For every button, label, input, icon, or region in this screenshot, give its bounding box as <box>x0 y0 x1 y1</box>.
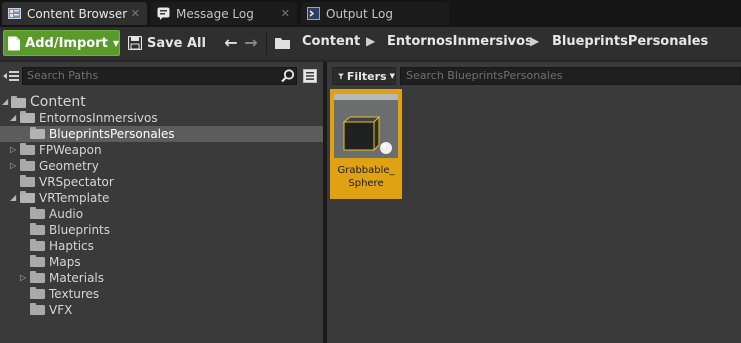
filters-button[interactable]: Filters ▼ <box>332 67 396 85</box>
tree-item-label: Maps <box>49 255 81 269</box>
folder-open-icon <box>20 191 35 203</box>
folder-open-icon <box>11 96 26 108</box>
save-icon <box>128 36 142 50</box>
breadcrumb-separator-icon[interactable]: ▶ <box>366 34 375 48</box>
chevron-down-icon: ▼ <box>112 38 119 48</box>
folder-icon <box>30 271 45 283</box>
breadcrumb-item[interactable]: BlueprintsPersonales <box>552 34 708 49</box>
tree-item-vfx[interactable]: VFX <box>0 302 323 318</box>
expanded-arrow-icon[interactable]: ◢ <box>2 97 8 107</box>
save-all-label: Save All <box>147 35 206 51</box>
collapsed-arrow-icon[interactable]: ▷ <box>20 273 26 283</box>
tree-item-entornos-inmersivos[interactable]: ◢ EntornosInmersivos <box>0 110 323 126</box>
tab-bar: Content Browser ✕ Message Log ✕ Output L… <box>0 0 741 27</box>
back-arrow-icon[interactable]: ← <box>223 33 239 53</box>
folder-icon <box>30 303 45 315</box>
asset-name-line: Grabbable_ <box>337 165 395 176</box>
tree-item-label: Geometry <box>39 159 99 173</box>
tree-item-label: Content <box>30 94 86 110</box>
tree-item-blueprints[interactable]: Blueprints <box>0 222 323 238</box>
breadcrumb-separator-icon[interactable]: ▶ <box>530 34 539 48</box>
tree-item-label: EntornosInmersivos <box>39 111 158 125</box>
search-icon[interactable] <box>281 69 295 83</box>
toolbar: Add/Import ▼ Save All ← → Content ▶ Ento… <box>0 27 741 60</box>
tab-output-log[interactable]: Output Log <box>301 2 449 25</box>
tree-item-label: VRTemplate <box>39 191 110 205</box>
add-import-label: Add/Import <box>25 35 108 51</box>
new-file-icon <box>8 35 21 51</box>
tree-item-label: VFX <box>49 303 73 317</box>
collapse-sources-icon[interactable] <box>3 70 19 82</box>
asset-tile[interactable]: Grabbable_ Sphere <box>330 89 402 199</box>
tab-label: Message Log <box>176 6 254 21</box>
expanded-arrow-icon[interactable]: ◢ <box>10 113 16 123</box>
tree-item-haptics[interactable]: Haptics <box>0 238 323 254</box>
message-log-icon <box>157 7 170 20</box>
tree-item-vrtemplate[interactable]: ◢ VRTemplate <box>0 190 323 206</box>
folder-open-icon <box>20 111 35 123</box>
toolbar-divider <box>266 31 267 55</box>
tree-item-label: Haptics <box>49 239 94 253</box>
tree-item-vrspectator[interactable]: VRSpectator <box>0 174 323 190</box>
folder-icon <box>20 175 35 187</box>
folder-icon <box>275 38 290 49</box>
tree-item-label: Materials <box>49 271 105 285</box>
search-paths-input[interactable]: Search Paths <box>22 67 297 85</box>
output-log-icon <box>307 7 320 20</box>
filter-icon <box>338 73 344 79</box>
content-browser-icon <box>8 8 21 19</box>
tree-item-label: FPWeapon <box>39 143 102 157</box>
asset-thumbnail <box>334 94 398 158</box>
breadcrumb-item[interactable]: EntornosInmersivos <box>387 34 533 49</box>
tree-item-blueprints-personales[interactable]: BlueprintsPersonales <box>0 126 323 142</box>
tree-item-label: Textures <box>49 287 100 301</box>
search-assets-input[interactable]: Search BlueprintsPersonales <box>400 67 741 85</box>
folder-icon <box>30 255 45 267</box>
folder-icon <box>30 207 45 219</box>
grabbable-cube-icon <box>334 100 398 158</box>
close-icon[interactable]: ✕ <box>131 7 140 20</box>
folder-open-icon <box>30 127 45 139</box>
filters-label: Filters <box>346 69 387 83</box>
tab-message-log[interactable]: Message Log ✕ <box>151 2 297 25</box>
tree-item-label: BlueprintsPersonales <box>49 127 175 141</box>
view-options-icon[interactable] <box>303 69 317 83</box>
collapsed-arrow-icon[interactable]: ▷ <box>10 161 16 171</box>
asset-view-panel: Filters ▼ Search BlueprintsPersonales Gr… <box>327 62 741 343</box>
forward-arrow-icon[interactable]: → <box>243 33 259 53</box>
chevron-down-icon: ▼ <box>389 72 395 80</box>
close-icon[interactable]: ✕ <box>281 7 290 20</box>
asset-name: Grabbable_ Sphere <box>330 164 402 190</box>
tab-label: Output Log <box>326 6 393 21</box>
tree-item-geometry[interactable]: ▷ Geometry <box>0 158 323 174</box>
tree-item-label: VRSpectator <box>39 175 114 189</box>
folder-icon <box>20 159 35 171</box>
breadcrumb-item[interactable]: Content <box>302 34 360 49</box>
add-import-button[interactable]: Add/Import ▼ <box>3 30 120 56</box>
tree-item-content[interactable]: ◢ Content <box>0 93 323 111</box>
collapsed-arrow-icon[interactable]: ▷ <box>10 145 16 155</box>
folder-icon <box>30 239 45 251</box>
save-all-button[interactable]: Save All <box>128 33 206 53</box>
tree-item-materials[interactable]: ▷ Materials <box>0 270 323 286</box>
folder-icon <box>20 143 35 155</box>
tree-item-textures[interactable]: Textures <box>0 286 323 302</box>
tree-item-maps[interactable]: Maps <box>0 254 323 270</box>
sources-panel: Search Paths ◢ Content ◢ EntornosInmersi… <box>0 62 323 343</box>
tree-item-label: Blueprints <box>49 223 111 237</box>
tree-item-audio[interactable]: Audio <box>0 206 323 222</box>
asset-name-line: Sphere <box>348 178 384 189</box>
tab-label: Content Browser <box>27 6 128 21</box>
tree-item-fpweapon[interactable]: ▷ FPWeapon <box>0 142 323 158</box>
folder-icon <box>30 223 45 235</box>
tab-content-browser[interactable]: Content Browser ✕ <box>2 2 147 25</box>
tree-item-label: Audio <box>49 207 84 221</box>
expanded-arrow-icon[interactable]: ◢ <box>10 193 16 203</box>
folder-icon <box>30 287 45 299</box>
